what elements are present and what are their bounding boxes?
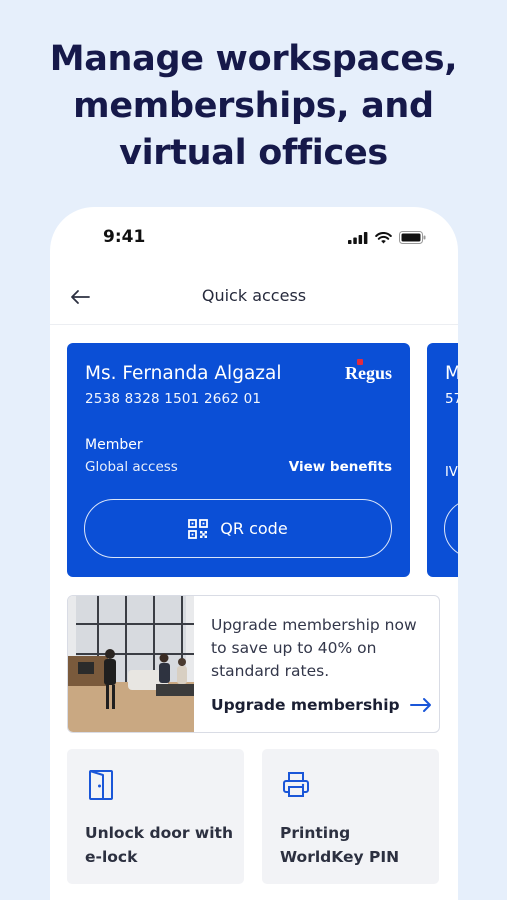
upgrade-membership-banner[interactable]: Upgrade membership now to save up to 40%… <box>67 595 440 733</box>
door-icon <box>89 770 113 800</box>
view-benefits-link[interactable]: View benefits <box>289 459 392 475</box>
next-membership-card[interactable]: M 57 IV <box>427 343 458 577</box>
regus-logo: Regus <box>344 359 392 384</box>
headline-line-3: virtual offices <box>119 133 388 173</box>
phone-screen: 9:41 Quick access Ms. Fernanda Algazal 2… <box>50 207 458 900</box>
next-card-qr-button[interactable] <box>444 499 458 558</box>
unlock-door-tile[interactable]: Unlock door with e-lock <box>67 749 244 884</box>
headline-line-2: memberships, and <box>73 86 434 126</box>
membership-card[interactable]: Ms. Fernanda Algazal 2538 8328 1501 2662… <box>67 343 410 577</box>
signal-icon <box>348 231 368 244</box>
member-number: 2538 8328 1501 2662 01 <box>85 391 262 407</box>
upgrade-description: Upgrade membership now to save up to 40%… <box>211 616 417 680</box>
membership-card-carousel[interactable]: Ms. Fernanda Algazal 2538 8328 1501 2662… <box>50 343 458 579</box>
qr-code-button[interactable]: QR code <box>84 499 392 558</box>
status-icons <box>348 231 426 244</box>
logo-accent <box>356 359 363 365</box>
member-name: Ms. Fernanda Algazal <box>85 363 282 384</box>
status-time: 9:41 <box>103 227 146 247</box>
unlock-door-label: Unlock door with e-lock <box>85 824 233 866</box>
brand-name: Regus <box>344 363 392 383</box>
upgrade-membership-link[interactable]: Upgrade membership <box>211 696 432 714</box>
arrow-right-icon <box>409 698 431 712</box>
access-level: Global access <box>85 459 178 475</box>
battery-icon <box>399 231 426 244</box>
office-photo <box>68 596 194 732</box>
marketing-headline: Manage workspaces, memberships, and virt… <box>0 36 507 177</box>
printer-icon <box>283 772 309 797</box>
page-title: Quick access <box>201 286 307 305</box>
membership-type: Member <box>85 437 143 453</box>
printing-pin-label: Printing WorldKey PIN <box>280 824 400 866</box>
wifi-icon <box>375 231 392 243</box>
status-bar: 9:41 <box>50 207 458 269</box>
headline-line-1: Manage workspaces, <box>49 39 458 79</box>
upgrade-link-label: Upgrade membership <box>211 696 400 714</box>
next-card-name: M <box>445 363 458 384</box>
top-navbar: Quick access <box>50 269 458 325</box>
printing-pin-tile[interactable]: Printing WorldKey PIN <box>262 749 439 884</box>
qr-code-icon <box>188 518 209 539</box>
next-card-access: IV <box>445 465 458 480</box>
qr-code-label: QR code <box>220 519 288 538</box>
next-card-number: 57 <box>445 391 458 407</box>
